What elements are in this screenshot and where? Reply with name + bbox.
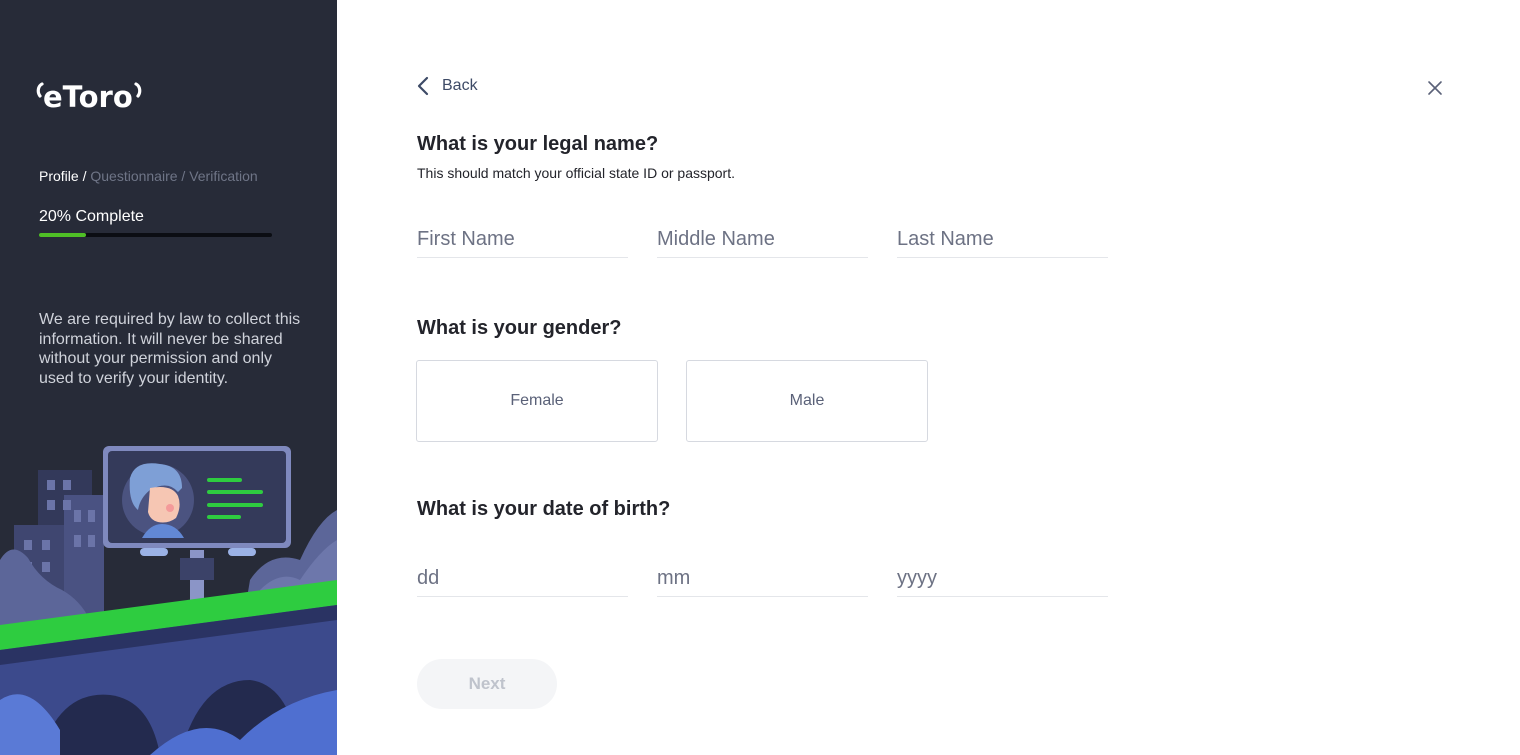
- dob-day-input[interactable]: [417, 561, 628, 597]
- progress-fill: [39, 233, 86, 237]
- close-button[interactable]: [1425, 78, 1445, 98]
- first-name-input[interactable]: [417, 222, 628, 258]
- progress-percent: 20%: [39, 208, 72, 225]
- last-name-input[interactable]: [897, 222, 1108, 258]
- legal-name-title: What is your legal name?: [417, 133, 659, 155]
- close-icon: [1428, 81, 1442, 95]
- breadcrumb: Profile / Questionnaire / Verification: [39, 168, 258, 184]
- sidebar: eToro Profile / Questionnaire / Verifica…: [0, 0, 337, 755]
- next-button[interactable]: Next: [417, 659, 557, 709]
- back-label: Back: [442, 77, 478, 94]
- gender-female-button[interactable]: Female: [416, 360, 658, 442]
- progress-label: 20% Complete: [39, 208, 144, 226]
- breadcrumb-current: Profile: [39, 168, 79, 184]
- billboard-illustration: [0, 446, 337, 755]
- dob-month-input[interactable]: [657, 561, 868, 597]
- svg-text:eToro: eToro: [43, 80, 133, 114]
- gender-male-button[interactable]: Male: [686, 360, 928, 442]
- back-button[interactable]: Back: [416, 76, 478, 96]
- middle-name-input[interactable]: [657, 222, 868, 258]
- dob-title: What is your date of birth?: [417, 498, 671, 520]
- breadcrumb-separator: /: [78, 168, 91, 184]
- progress-bar: [39, 233, 272, 237]
- gender-title: What is your gender?: [417, 317, 622, 339]
- legal-notice: We are required by law to collect this i…: [39, 311, 301, 387]
- breadcrumb-rest: Questionnaire / Verification: [90, 168, 258, 184]
- etoro-logo: eToro: [36, 74, 146, 116]
- dob-year-input[interactable]: [897, 561, 1108, 597]
- chevron-left-icon: [417, 76, 429, 96]
- legal-name-subtitle: This should match your official state ID…: [417, 165, 735, 181]
- progress-suffix: Complete: [71, 208, 144, 225]
